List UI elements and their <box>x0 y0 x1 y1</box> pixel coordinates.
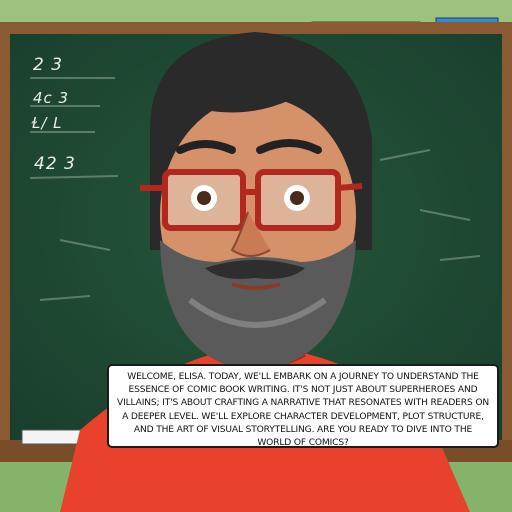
chalk-writing-3: Ɫ/ L <box>32 114 63 132</box>
chalk-writing-4: 42 3 <box>34 154 76 174</box>
chalk-writing-2: 4c 3 <box>33 89 70 107</box>
caption-box: Welcome, Elisa. Today, we'll embark on a… <box>107 364 499 448</box>
comic-panel: 2 3 4c 3 Ɫ/ L 42 3 Welcome, Elisa. Today… <box>0 0 512 512</box>
caption-text: Welcome, Elisa. Today, we'll embark on a… <box>117 372 489 449</box>
chalk-writing-1: 2 3 <box>33 55 64 75</box>
